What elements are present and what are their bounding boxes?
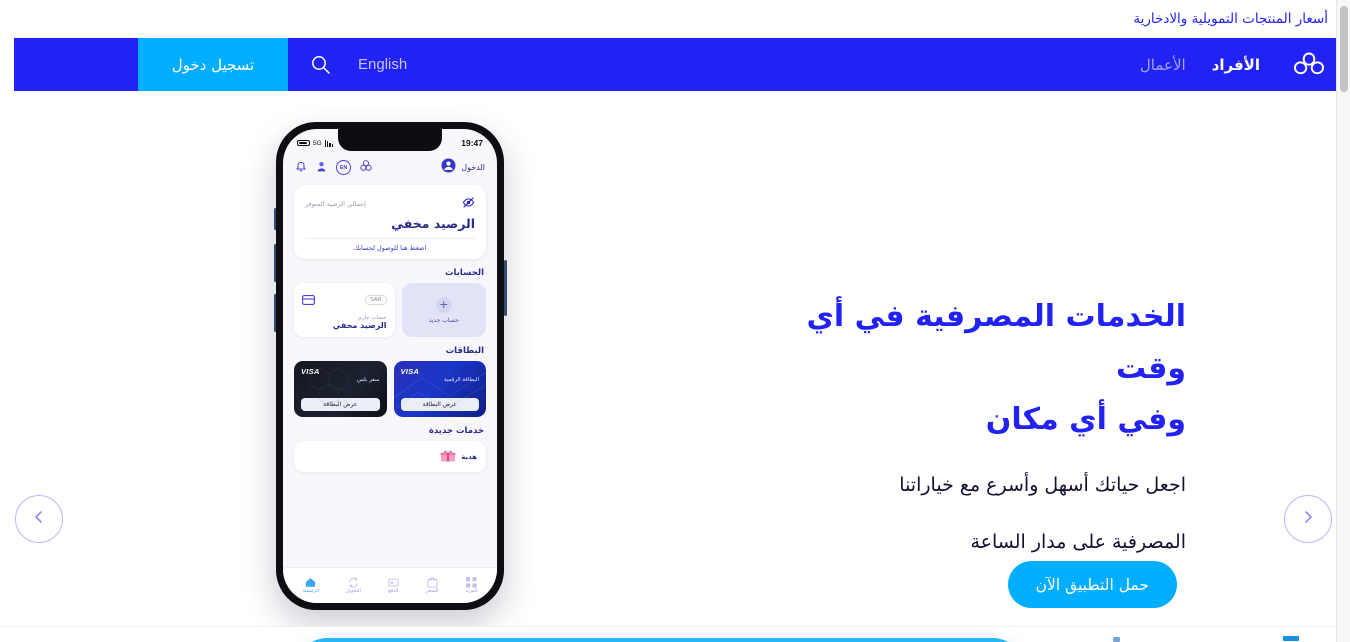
quick-links-bottom-nav: الحسابات البطاقات التمويل — [296, 638, 1024, 642]
download-app-button[interactable]: حمل التطبيق الآن — [1007, 561, 1177, 608]
card-decoration — [310, 368, 348, 406]
cards-section-title: البطاقات — [445, 346, 484, 356]
payment-card-travel[interactable]: VISA سفر بلس عرض البطاقة — [294, 361, 387, 417]
phone-tab-label: المزيد — [465, 589, 478, 594]
phone-screen: 19:47 5G الدخول EN إجمالي الرصيد المتوفر… — [283, 129, 497, 603]
phone-tab-store[interactable]: المتجر — [426, 577, 439, 594]
signal-icon — [324, 139, 334, 147]
search-icon[interactable] — [308, 53, 332, 77]
nav-segment-individuals[interactable]: الأفراد — [1212, 56, 1260, 74]
account-balance: الرصيد مخفي — [332, 321, 387, 330]
service-item-gift[interactable]: هدية — [294, 441, 486, 472]
nav-spacer — [14, 38, 138, 91]
hero-text-block: الخدمات المصرفية في أي وقت وفي أي مكان ا… — [756, 291, 1186, 560]
nav-right-group: الأفراد الأعمال — [427, 38, 1350, 91]
service-label: هدية — [461, 452, 477, 461]
cards-row: VISA البطاقة الرقمية عرض البطاقة VISA سف… — [294, 361, 486, 417]
hero-subtitle-line-2: المصرفية على مدار الساعة — [970, 530, 1186, 553]
battery-icon — [297, 139, 310, 147]
services-section-title: خدمات جديدة — [428, 426, 484, 436]
nav-left-group: English تسجيل دخول — [14, 38, 427, 91]
hero-subtitle-line-1: اجعل حياتك أسهل وأسرع مع خياراتنا — [899, 473, 1186, 496]
announcement-bar: أسعار المنتجات التمويلية والادخارية — [14, 0, 1350, 38]
accounts-section-title: الحسابات — [445, 268, 484, 278]
hero-section: الخدمات المصرفية في أي وقت وفي أي مكان ا… — [0, 91, 1336, 642]
avatar-icon — [441, 158, 456, 177]
plus-icon: + — [435, 296, 452, 313]
balance-divider — [305, 238, 475, 239]
phone-notch — [338, 129, 442, 151]
chevron-left-icon — [31, 509, 47, 529]
phone-frame: 19:47 5G الدخول EN إجمالي الرصيد المتوفر… — [276, 122, 504, 610]
app-header-account[interactable]: الدخول — [441, 158, 485, 177]
hero-title-line-1: الخدمات المصرفية في أي وقت — [806, 299, 1186, 386]
next-section-accent-dot — [1113, 637, 1120, 642]
login-button[interactable]: تسجيل دخول — [138, 38, 288, 91]
phone-tab-more[interactable]: المزيد — [465, 577, 478, 594]
phone-tab-bar: المزيد المتجر الدفع التحويل الرئيسية — [283, 567, 497, 603]
balance-access-link[interactable]: اضغط هنا للوصول لحسابك — [305, 244, 475, 252]
phone-tab-pay[interactable]: الدفع — [388, 577, 399, 594]
account-card[interactable]: SAR حساب جاري الرصيد مخفي — [294, 283, 395, 337]
status-time: 19:47 — [461, 138, 483, 148]
chevron-right-icon — [1300, 509, 1316, 529]
bell-icon[interactable] — [295, 158, 307, 177]
phone-tab-label: الدفع — [388, 589, 399, 594]
next-section-accent-bar — [1283, 636, 1299, 641]
account-card-top: SAR — [302, 290, 387, 309]
phone-tab-label: المتجر — [425, 589, 439, 594]
language-badge-icon[interactable]: EN — [336, 160, 351, 175]
nav-utilities: English — [288, 38, 427, 91]
eye-off-icon[interactable] — [462, 194, 475, 213]
main-navigation-bar: الأفراد الأعمال English تسجيل دخول — [14, 38, 1350, 91]
accounts-row: + حساب جديد SAR حساب جاري الرصيد مخفي — [294, 283, 486, 337]
balance-card-top: إجمالي الرصيد المتوفر — [305, 194, 475, 213]
balance-label: إجمالي الرصيد المتوفر — [305, 199, 366, 208]
phone-tab-label: الرئيسية — [302, 589, 320, 594]
app-header: الدخول EN — [283, 153, 497, 185]
carousel-prev-button[interactable] — [15, 495, 63, 543]
hero-title-line-2: وفي أي مكان — [985, 402, 1186, 438]
new-account-label: حساب جديد — [428, 316, 459, 324]
card-decoration — [393, 371, 486, 410]
support-icon[interactable] — [315, 158, 328, 177]
announcement-link[interactable]: أسعار المنتجات التمويلية والادخارية — [1133, 11, 1328, 27]
network-label: 5G — [313, 139, 322, 147]
nav-segment-business[interactable]: الأعمال — [1140, 56, 1186, 74]
balance-card[interactable]: إجمالي الرصيد المتوفر الرصيد مخفي اضغط ه… — [294, 185, 486, 259]
phone-tab-label: التحويل — [346, 589, 361, 594]
alrajhi-bank-logo[interactable] — [1286, 42, 1332, 88]
phone-tab-transfer[interactable]: التحويل — [346, 577, 361, 594]
balance-amount: الرصيد مخفي — [391, 216, 475, 231]
alrajhi-logo-icon[interactable] — [359, 158, 373, 177]
payment-card-digital[interactable]: VISA البطاقة الرقمية عرض البطاقة — [393, 361, 486, 417]
carousel-next-button[interactable] — [1284, 495, 1332, 543]
app-header-tools: EN — [295, 158, 373, 177]
app-login-label: الدخول — [461, 163, 485, 172]
phone-tab-home[interactable]: الرئيسية — [302, 577, 320, 594]
currency-badge: SAR — [365, 294, 387, 305]
language-toggle[interactable]: English — [358, 56, 407, 73]
new-account-button[interactable]: + حساب جديد — [401, 283, 486, 337]
card-icon — [302, 290, 315, 309]
status-indicators: 5G — [297, 139, 334, 147]
phone-mockup: 19:47 5G الدخول EN إجمالي الرصيد المتوفر… — [273, 122, 507, 610]
account-card-body: حساب جاري الرصيد مخفي — [302, 315, 387, 330]
gift-icon — [440, 447, 456, 466]
page-scrollbar[interactable] — [1336, 0, 1350, 642]
scrollbar-thumb[interactable] — [1340, 6, 1348, 92]
